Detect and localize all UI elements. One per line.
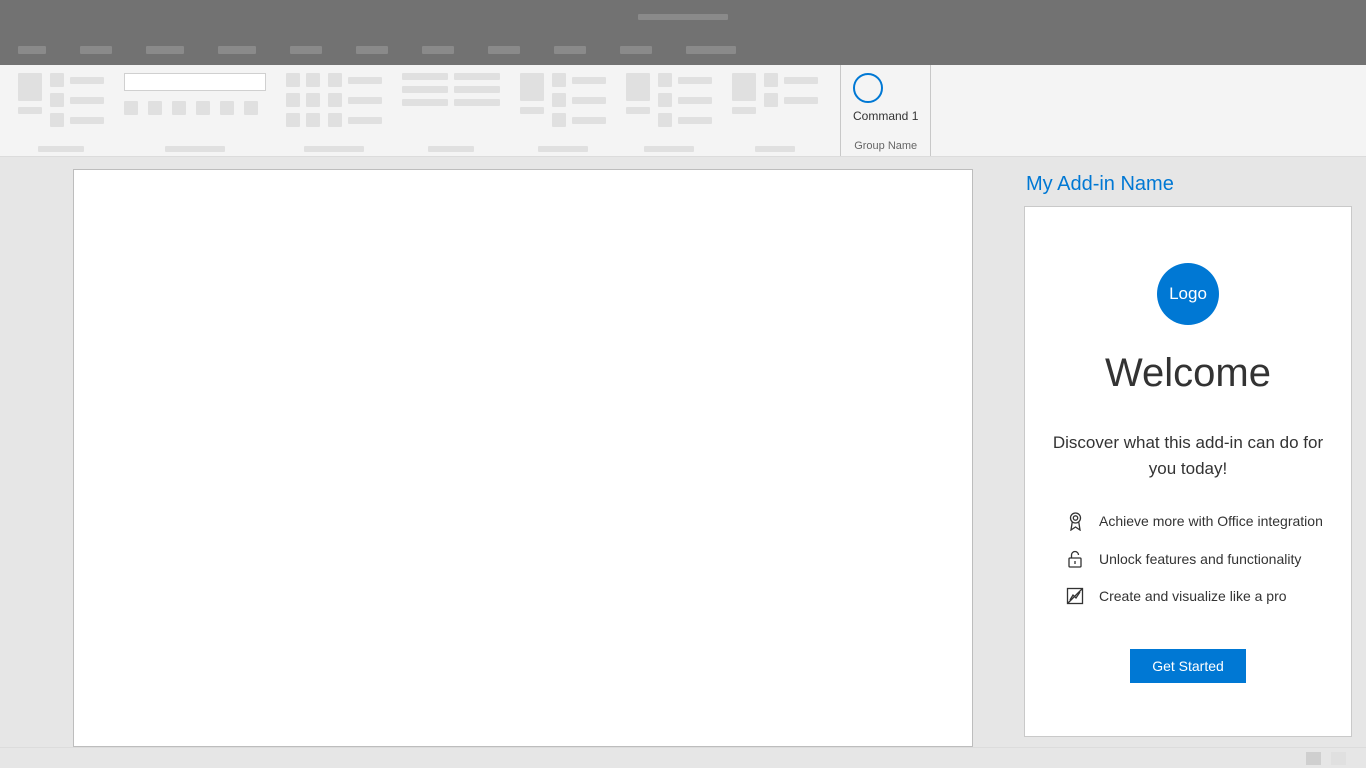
title-placeholder (638, 14, 728, 20)
ribbon-tab[interactable] (356, 46, 388, 54)
task-pane: My Add-in Name Logo Welcome Discover wha… (1020, 157, 1366, 747)
ribbon-award-icon (1065, 511, 1085, 531)
feature-item: Create and visualize like a pro (1065, 587, 1333, 605)
feature-text: Unlock features and functionality (1099, 551, 1301, 567)
view-mode-button[interactable] (1306, 752, 1321, 765)
unlock-icon (1065, 549, 1085, 569)
chart-design-icon (1065, 587, 1085, 605)
feature-item: Unlock features and functionality (1065, 549, 1333, 569)
ribbon-group (616, 65, 722, 156)
ribbon-tab[interactable] (422, 46, 454, 54)
feature-list: Achieve more with Office integration Unl… (1043, 511, 1333, 623)
ribbon: Command 1 Group Name (0, 65, 1366, 157)
window-titlebar (0, 0, 1366, 34)
status-bar (0, 747, 1366, 768)
ribbon-group (510, 65, 616, 156)
welcome-heading: Welcome (1105, 351, 1271, 396)
get-started-button[interactable]: Get Started (1130, 649, 1246, 683)
task-pane-title: My Add-in Name (1024, 167, 1352, 206)
ribbon-group (722, 65, 828, 156)
ribbon-dropdown[interactable] (124, 73, 266, 91)
ribbon-tab[interactable] (620, 46, 652, 54)
command-group-label: Group Name (854, 140, 917, 152)
ribbon-group (8, 65, 114, 156)
ribbon-tab[interactable] (488, 46, 520, 54)
ribbon-tab[interactable] (218, 46, 256, 54)
ribbon-addin-command-group: Command 1 Group Name (840, 65, 931, 156)
ribbon-tab[interactable] (80, 46, 112, 54)
command-circle-icon[interactable] (853, 73, 883, 103)
feature-item: Achieve more with Office integration (1065, 511, 1333, 531)
welcome-subheading: Discover what this add-in can do for you… (1043, 430, 1333, 481)
view-mode-button[interactable] (1331, 752, 1346, 765)
feature-text: Create and visualize like a pro (1099, 588, 1287, 604)
ribbon-tab[interactable] (290, 46, 322, 54)
addin-logo: Logo (1157, 263, 1219, 325)
ribbon-group (276, 65, 392, 156)
ribbon-tab[interactable] (554, 46, 586, 54)
ribbon-group (114, 65, 276, 156)
ribbon-group (392, 65, 510, 156)
command-label[interactable]: Command 1 (853, 109, 918, 123)
feature-text: Achieve more with Office integration (1099, 513, 1323, 529)
ribbon-tab[interactable] (146, 46, 184, 54)
ribbon-tab[interactable] (18, 46, 46, 54)
work-area: My Add-in Name Logo Welcome Discover wha… (0, 157, 1366, 747)
ribbon-tab[interactable] (686, 46, 736, 54)
ribbon-tabstrip (0, 34, 1366, 65)
document-canvas[interactable] (73, 169, 973, 747)
task-pane-card: Logo Welcome Discover what this add-in c… (1024, 206, 1352, 737)
